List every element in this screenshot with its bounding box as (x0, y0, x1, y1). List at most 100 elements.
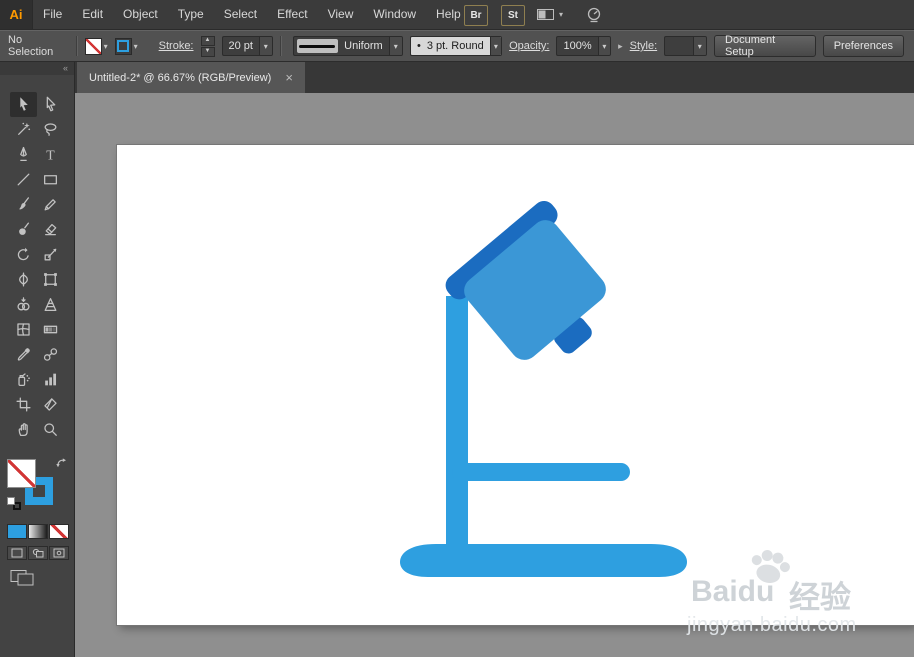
stroke-weight-stepper[interactable]: ▲ ▼ (200, 35, 215, 57)
preferences-button[interactable]: Preferences (822, 35, 904, 57)
artboard[interactable] (117, 145, 914, 625)
tool-magic-wand[interactable] (10, 117, 37, 142)
color-button[interactable] (7, 524, 27, 539)
tool-selection[interactable] (10, 92, 37, 117)
stroke-weight-combo[interactable]: 20 pt (221, 36, 273, 56)
close-icon[interactable]: × (285, 71, 293, 84)
tool-pen[interactable] (10, 142, 37, 167)
tool-symbol-sprayer[interactable] (10, 367, 37, 392)
fill-swatch[interactable] (7, 459, 36, 488)
arrange-documents-button[interactable]: ▾ (537, 8, 563, 21)
brush-bullet-icon: • (416, 40, 421, 52)
tool-free-transform[interactable] (37, 267, 64, 292)
default-fill-stroke-button[interactable] (7, 497, 23, 511)
tool-type[interactable]: T (37, 142, 64, 167)
document-setup-button[interactable]: Document Setup (714, 34, 816, 58)
tool-pencil[interactable] (37, 192, 64, 217)
chevron-down-icon[interactable] (258, 37, 272, 55)
document-tab-bar: Untitled-2* @ 66.67% (RGB/Preview) × (75, 62, 914, 93)
stroke-weight-value: 20 pt (228, 40, 253, 52)
opacity-combo[interactable]: 100% (556, 36, 612, 56)
tool-blob-brush[interactable] (10, 217, 37, 242)
swap-fill-stroke-icon[interactable] (55, 457, 68, 475)
tool-perspective-grid[interactable] (37, 292, 64, 317)
menu-file[interactable]: File (33, 0, 72, 29)
width-profile-combo[interactable]: Uniform (292, 36, 403, 56)
control-bar: No Selection ▾ ▾ Stroke: ▲ ▼ 20 pt Unifo… (0, 30, 914, 62)
tool-mesh[interactable] (10, 317, 37, 342)
menu-type[interactable]: Type (168, 0, 214, 29)
style-panel-link[interactable]: Style: (630, 40, 658, 52)
tool-gradient[interactable] (37, 317, 64, 342)
draw-behind-button[interactable] (28, 546, 48, 560)
menu-items: File Edit Object Type Select Effect View Window… (33, 0, 471, 29)
tool-width[interactable] (10, 267, 37, 292)
tool-rectangle[interactable] (37, 167, 64, 192)
lamp-head[interactable] (441, 196, 633, 388)
brush-value: 3 pt. Round (426, 40, 484, 52)
menu-window[interactable]: Window (363, 0, 426, 29)
tool-lasso[interactable] (37, 117, 64, 142)
screen-mode-button[interactable] (10, 568, 40, 588)
tool-blend[interactable] (37, 342, 64, 367)
none-button[interactable] (49, 524, 69, 539)
arrange-documents-icon (537, 9, 554, 20)
draw-normal-button[interactable] (7, 546, 27, 560)
app-logo-icon: Ai (0, 0, 33, 29)
opacity-value: 100% (563, 40, 592, 52)
drawing-mode-buttons (7, 546, 69, 560)
lamp-artwork[interactable] (117, 145, 914, 625)
gradient-button[interactable] (28, 524, 48, 539)
brush-combo[interactable]: • 3 pt. Round (409, 36, 503, 56)
separator (75, 36, 78, 56)
stepper-down-icon[interactable]: ▼ (200, 46, 215, 57)
opacity-panel-link[interactable]: Opacity: (509, 40, 549, 52)
menu-view[interactable]: View (318, 0, 364, 29)
lamp-arm (452, 463, 630, 481)
tool-scale[interactable] (37, 242, 64, 267)
tool-hand[interactable] (10, 417, 37, 442)
fill-none-swatch[interactable] (84, 37, 102, 55)
stroke-color-control[interactable]: ▾ (114, 37, 138, 55)
toolbar-collapse-button[interactable]: « (0, 62, 74, 75)
chevron-down-icon[interactable] (692, 37, 706, 55)
chevron-down-icon[interactable] (597, 37, 611, 55)
tool-artboard[interactable] (10, 392, 37, 417)
menu-effect[interactable]: Effect (267, 0, 317, 29)
menu-object[interactable]: Object (113, 0, 168, 29)
selection-status: No Selection (8, 34, 54, 58)
chevron-down-icon[interactable] (489, 37, 502, 55)
stock-button[interactable]: St (501, 5, 525, 26)
stroke-color-swatch[interactable] (114, 37, 132, 55)
tool-rotate[interactable] (10, 242, 37, 267)
fill-color-control[interactable]: ▾ (84, 37, 108, 55)
stepper-up-icon[interactable]: ▲ (200, 35, 215, 46)
tool-column-graph[interactable] (37, 367, 64, 392)
tool-shape-builder[interactable] (10, 292, 37, 317)
cs-live-icon[interactable] (585, 6, 603, 29)
bridge-button[interactable]: Br (464, 5, 488, 26)
menu-edit[interactable]: Edit (72, 0, 113, 29)
tool-line-segment[interactable] (10, 167, 37, 192)
menu-select[interactable]: Select (214, 0, 267, 29)
tool-zoom[interactable] (37, 417, 64, 442)
stroke-preview (296, 39, 339, 53)
svg-text:T: T (46, 147, 55, 162)
paint-style-buttons (7, 524, 69, 539)
tool-paintbrush[interactable] (10, 192, 37, 217)
document-tab[interactable]: Untitled-2* @ 66.67% (RGB/Preview) × (77, 62, 305, 93)
tool-direct-selection[interactable] (37, 92, 64, 117)
chevron-down-icon[interactable]: ▾ (134, 42, 138, 51)
stroke-panel-link[interactable]: Stroke: (159, 40, 194, 52)
canvas-pasteboard[interactable]: Baidu 经验 jingyan.baidu.com (75, 93, 914, 657)
chevron-down-icon[interactable] (388, 37, 402, 55)
chevron-right-icon[interactable]: ▸ (618, 41, 623, 52)
tool-slice[interactable] (37, 392, 64, 417)
tool-eraser[interactable] (37, 217, 64, 242)
style-combo[interactable] (664, 36, 707, 56)
tools-panel: « T (0, 62, 75, 657)
lamp-head-body (464, 220, 606, 360)
tool-eyedropper[interactable] (10, 342, 37, 367)
chevron-down-icon[interactable]: ▾ (104, 42, 108, 51)
draw-inside-button[interactable] (49, 546, 69, 560)
